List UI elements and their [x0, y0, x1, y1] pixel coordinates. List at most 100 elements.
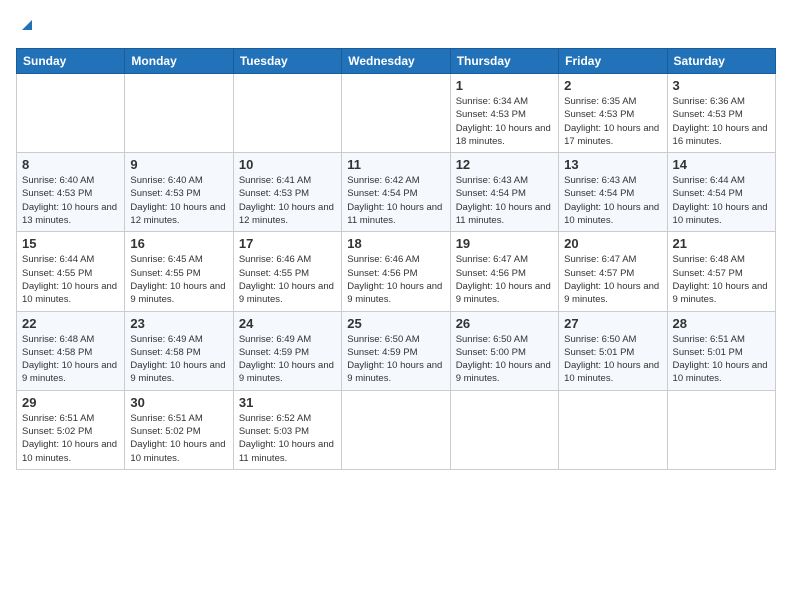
calendar-header-row: SundayMondayTuesdayWednesdayThursdayFrid… — [17, 49, 776, 74]
calendar-header-wednesday: Wednesday — [342, 49, 450, 74]
calendar-cell: 8Sunrise: 6:40 AMSunset: 4:53 PMDaylight… — [17, 153, 125, 232]
calendar-cell: 19 Sunrise: 6:47 AMSunset: 4:56 PMDayligh… — [450, 232, 558, 311]
calendar-cell — [233, 74, 341, 153]
day-info: Sunrise: 6:36 AMSunset: 4:53 PMDaylight:… — [673, 95, 770, 148]
calendar-header-monday: Monday — [125, 49, 233, 74]
calendar-cell: 9 Sunrise: 6:40 AMSunset: 4:53 PMDaylight… — [125, 153, 233, 232]
calendar-cell: 2 Sunrise: 6:35 AMSunset: 4:53 PMDaylight… — [559, 74, 667, 153]
logo-icon — [18, 16, 36, 34]
calendar-header-thursday: Thursday — [450, 49, 558, 74]
day-number: 24 — [239, 316, 336, 331]
day-number: 27 — [564, 316, 661, 331]
day-number: 14 — [673, 157, 770, 172]
day-info: Sunrise: 6:49 AMSunset: 4:58 PMDaylight:… — [130, 333, 227, 386]
calendar-cell: 26 Sunrise: 6:50 AMSunset: 5:00 PMDayligh… — [450, 311, 558, 390]
day-number: 18 — [347, 236, 444, 251]
calendar-header-friday: Friday — [559, 49, 667, 74]
calendar-cell: 15 Sunrise: 6:44 AMSunset: 4:55 PMDayligh… — [17, 232, 125, 311]
calendar-week-row: 15 Sunrise: 6:44 AMSunset: 4:55 PMDayligh… — [17, 232, 776, 311]
day-number: 10 — [239, 157, 336, 172]
calendar-cell — [667, 390, 775, 469]
day-number: 2 — [564, 78, 661, 93]
day-number: 11 — [347, 157, 444, 172]
calendar-week-row: 8Sunrise: 6:40 AMSunset: 4:53 PMDaylight… — [17, 153, 776, 232]
calendar-cell — [125, 74, 233, 153]
calendar-week-row: 22Sunrise: 6:48 AMSunset: 4:58 PMDayligh… — [17, 311, 776, 390]
calendar-cell: 31 Sunrise: 6:52 AMSunset: 5:03 PMDayligh… — [233, 390, 341, 469]
day-info: Sunrise: 6:44 AMSunset: 4:54 PMDaylight:… — [673, 174, 770, 227]
day-info: Sunrise: 6:46 AMSunset: 4:55 PMDaylight:… — [239, 253, 336, 306]
day-number: 9 — [130, 157, 227, 172]
logo — [16, 16, 36, 36]
calendar-cell: 28 Sunrise: 6:51 AMSunset: 5:01 PMDayligh… — [667, 311, 775, 390]
calendar-cell — [342, 74, 450, 153]
calendar-cell: 24 Sunrise: 6:49 AMSunset: 4:59 PMDayligh… — [233, 311, 341, 390]
calendar-cell: 12 Sunrise: 6:43 AMSunset: 4:54 PMDayligh… — [450, 153, 558, 232]
day-info: Sunrise: 6:47 AMSunset: 4:56 PMDaylight:… — [456, 253, 553, 306]
calendar-cell: 1 Sunrise: 6:34 AMSunset: 4:53 PMDaylight… — [450, 74, 558, 153]
day-number: 23 — [130, 316, 227, 331]
calendar-cell — [342, 390, 450, 469]
day-info: Sunrise: 6:45 AMSunset: 4:55 PMDaylight:… — [130, 253, 227, 306]
calendar-cell: 11 Sunrise: 6:42 AMSunset: 4:54 PMDayligh… — [342, 153, 450, 232]
day-info: Sunrise: 6:40 AMSunset: 4:53 PMDaylight:… — [22, 174, 119, 227]
calendar-cell: 29 Sunrise: 6:51 AMSunset: 5:02 PMDayligh… — [17, 390, 125, 469]
calendar-cell: 14 Sunrise: 6:44 AMSunset: 4:54 PMDayligh… — [667, 153, 775, 232]
calendar-cell: 16 Sunrise: 6:45 AMSunset: 4:55 PMDayligh… — [125, 232, 233, 311]
day-number: 3 — [673, 78, 770, 93]
day-number: 17 — [239, 236, 336, 251]
day-info: Sunrise: 6:48 AMSunset: 4:57 PMDaylight:… — [673, 253, 770, 306]
calendar-header-saturday: Saturday — [667, 49, 775, 74]
day-info: Sunrise: 6:50 AMSunset: 5:01 PMDaylight:… — [564, 333, 661, 386]
calendar-cell: 18 Sunrise: 6:46 AMSunset: 4:56 PMDayligh… — [342, 232, 450, 311]
day-info: Sunrise: 6:43 AMSunset: 4:54 PMDaylight:… — [456, 174, 553, 227]
day-info: Sunrise: 6:51 AMSunset: 5:02 PMDaylight:… — [130, 412, 227, 465]
calendar-cell — [559, 390, 667, 469]
calendar-cell: 27 Sunrise: 6:50 AMSunset: 5:01 PMDayligh… — [559, 311, 667, 390]
day-info: Sunrise: 6:42 AMSunset: 4:54 PMDaylight:… — [347, 174, 444, 227]
day-info: Sunrise: 6:51 AMSunset: 5:01 PMDaylight:… — [673, 333, 770, 386]
calendar-cell: 17 Sunrise: 6:46 AMSunset: 4:55 PMDayligh… — [233, 232, 341, 311]
day-info: Sunrise: 6:50 AMSunset: 4:59 PMDaylight:… — [347, 333, 444, 386]
day-info: Sunrise: 6:51 AMSunset: 5:02 PMDaylight:… — [22, 412, 119, 465]
day-info: Sunrise: 6:49 AMSunset: 4:59 PMDaylight:… — [239, 333, 336, 386]
calendar-table: SundayMondayTuesdayWednesdayThursdayFrid… — [16, 48, 776, 470]
day-info: Sunrise: 6:43 AMSunset: 4:54 PMDaylight:… — [564, 174, 661, 227]
day-info: Sunrise: 6:41 AMSunset: 4:53 PMDaylight:… — [239, 174, 336, 227]
calendar-cell: 21 Sunrise: 6:48 AMSunset: 4:57 PMDayligh… — [667, 232, 775, 311]
calendar-cell — [17, 74, 125, 153]
day-number: 13 — [564, 157, 661, 172]
day-info: Sunrise: 6:40 AMSunset: 4:53 PMDaylight:… — [130, 174, 227, 227]
calendar-cell: 25 Sunrise: 6:50 AMSunset: 4:59 PMDayligh… — [342, 311, 450, 390]
calendar-header-tuesday: Tuesday — [233, 49, 341, 74]
calendar-week-row: 29 Sunrise: 6:51 AMSunset: 5:02 PMDayligh… — [17, 390, 776, 469]
day-number: 20 — [564, 236, 661, 251]
calendar-cell: 13 Sunrise: 6:43 AMSunset: 4:54 PMDayligh… — [559, 153, 667, 232]
calendar-header-sunday: Sunday — [17, 49, 125, 74]
calendar-cell: 22Sunrise: 6:48 AMSunset: 4:58 PMDayligh… — [17, 311, 125, 390]
page-header — [16, 16, 776, 36]
day-number: 28 — [673, 316, 770, 331]
day-info: Sunrise: 6:44 AMSunset: 4:55 PMDaylight:… — [22, 253, 119, 306]
day-number: 19 — [456, 236, 553, 251]
day-info: Sunrise: 6:50 AMSunset: 5:00 PMDaylight:… — [456, 333, 553, 386]
day-number: 22 — [22, 316, 119, 331]
calendar-cell: 10 Sunrise: 6:41 AMSunset: 4:53 PMDayligh… — [233, 153, 341, 232]
day-number: 12 — [456, 157, 553, 172]
day-number: 31 — [239, 395, 336, 410]
calendar-week-row: 1 Sunrise: 6:34 AMSunset: 4:53 PMDaylight… — [17, 74, 776, 153]
day-number: 16 — [130, 236, 227, 251]
day-number: 25 — [347, 316, 444, 331]
day-number: 1 — [456, 78, 553, 93]
day-info: Sunrise: 6:47 AMSunset: 4:57 PMDaylight:… — [564, 253, 661, 306]
day-info: Sunrise: 6:35 AMSunset: 4:53 PMDaylight:… — [564, 95, 661, 148]
day-info: Sunrise: 6:52 AMSunset: 5:03 PMDaylight:… — [239, 412, 336, 465]
day-info: Sunrise: 6:46 AMSunset: 4:56 PMDaylight:… — [347, 253, 444, 306]
day-number: 26 — [456, 316, 553, 331]
day-number: 15 — [22, 236, 119, 251]
calendar-cell: 3 Sunrise: 6:36 AMSunset: 4:53 PMDaylight… — [667, 74, 775, 153]
day-number: 29 — [22, 395, 119, 410]
day-number: 21 — [673, 236, 770, 251]
day-info: Sunrise: 6:34 AMSunset: 4:53 PMDaylight:… — [456, 95, 553, 148]
day-number: 30 — [130, 395, 227, 410]
